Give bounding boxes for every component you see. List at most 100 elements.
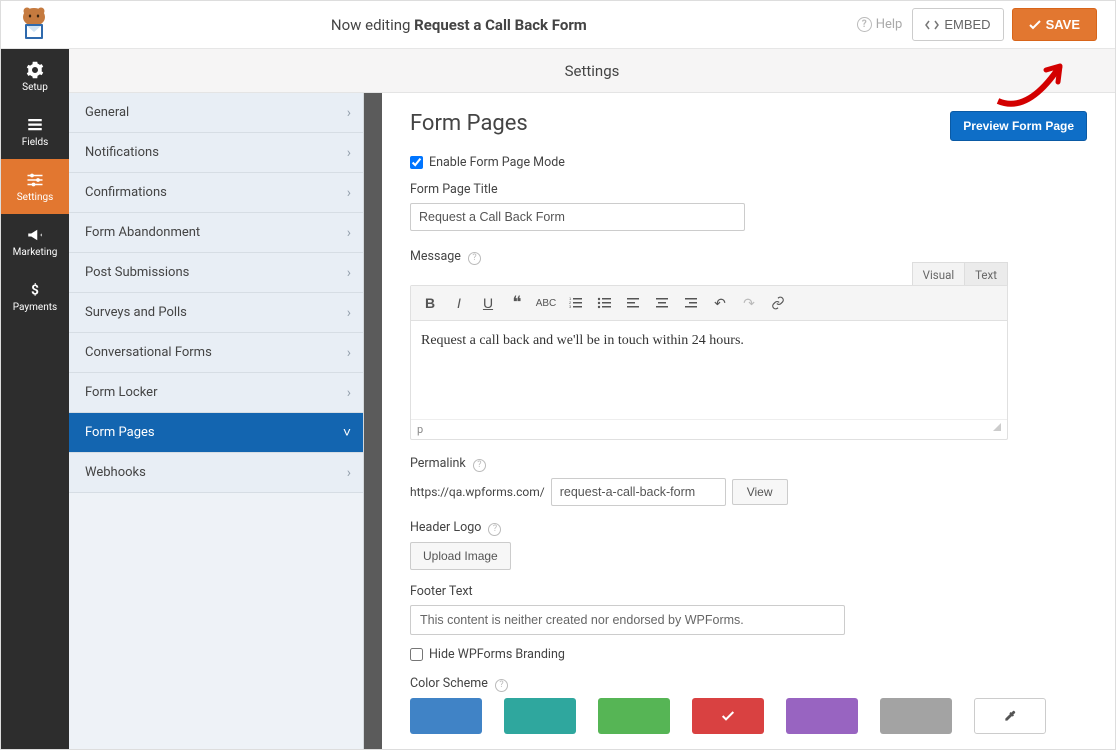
settings-item-label: Surveys and Polls (85, 305, 187, 320)
page-title: Form Pages (410, 111, 528, 136)
topbar: Now editing Request a Call Back Form ? H… (1, 1, 1115, 49)
sliders-icon (26, 171, 44, 189)
chevron-right-icon: › (347, 145, 351, 161)
settings-item-general[interactable]: General› (69, 93, 363, 133)
italic-button[interactable]: I (446, 290, 472, 316)
settings-item-label: Webhooks (85, 465, 146, 480)
color-swatch[interactable] (786, 698, 858, 734)
dollar-icon: $ (26, 281, 44, 299)
permalink-view-button[interactable]: View (732, 479, 788, 505)
eyedropper-icon (1002, 708, 1018, 724)
chevron-right-icon: › (347, 385, 351, 401)
quote-button[interactable]: ❝ (504, 290, 530, 316)
color-scheme-label: Color Scheme ? (410, 676, 1087, 692)
megaphone-icon (26, 226, 44, 244)
color-swatches (410, 698, 1087, 734)
chevron-right-icon: › (347, 185, 351, 201)
underline-button[interactable]: U (475, 290, 501, 316)
nav-fields[interactable]: Fields (1, 104, 69, 159)
help-icon[interactable]: ? (495, 679, 508, 692)
strikethrough-button[interactable]: ABC (533, 290, 559, 316)
hide-branding-checkbox[interactable]: Hide WPForms Branding (410, 647, 1087, 662)
settings-item-label: Post Submissions (85, 265, 189, 280)
settings-item-label: Conversational Forms (85, 345, 212, 360)
link-button[interactable] (765, 290, 791, 316)
settings-item-confirmations[interactable]: Confirmations› (69, 173, 363, 213)
list-icon (26, 116, 44, 134)
undo-button[interactable]: ↶ (707, 290, 733, 316)
tab-visual[interactable]: Visual (912, 262, 965, 287)
footer-text-label: Footer Text (410, 584, 1087, 599)
editor-status-bar: p (411, 419, 1007, 439)
settings-item-surveys-and-polls[interactable]: Surveys and Polls › (69, 293, 363, 333)
settings-item-webhooks[interactable]: Webhooks › (69, 453, 363, 493)
help-icon[interactable]: ? (473, 459, 486, 472)
panel-divider (364, 93, 382, 749)
color-swatch[interactable] (598, 698, 670, 734)
footer-text-input[interactable] (410, 605, 845, 635)
save-button[interactable]: SAVE (1012, 8, 1097, 41)
tab-text[interactable]: Text (965, 262, 1008, 287)
check-icon (720, 708, 736, 724)
color-swatch[interactable] (504, 698, 576, 734)
mascot-icon (13, 7, 55, 43)
color-swatch[interactable] (880, 698, 952, 734)
chevron-right-icon: › (347, 305, 351, 321)
hide-branding-input[interactable] (410, 648, 423, 661)
permalink-slug-input[interactable] (551, 478, 726, 506)
permalink-label: Permalink ? (410, 456, 1087, 472)
editor-content[interactable]: Request a call back and we'll be in touc… (411, 321, 1007, 419)
align-right-button[interactable] (678, 290, 704, 316)
help-link[interactable]: ? Help (857, 17, 903, 32)
align-center-button[interactable] (649, 290, 675, 316)
main-panel: Form Pages Preview Form Page Enable Form… (382, 93, 1115, 749)
upload-image-button[interactable]: Upload Image (410, 542, 511, 570)
nav-settings[interactable]: Settings (1, 159, 69, 214)
ordered-list-button[interactable]: 123 (562, 290, 588, 316)
chevron-right-icon: › (347, 465, 351, 481)
check-icon (1029, 20, 1041, 30)
chevron-right-icon: › (347, 225, 351, 241)
editing-title: Now editing Request a Call Back Form (61, 16, 857, 34)
align-left-button[interactable] (620, 290, 646, 316)
settings-item-conversational-forms[interactable]: Conversational Forms› (69, 333, 363, 373)
editor-tabs: Visual Text (912, 262, 1008, 287)
nav-marketing[interactable]: Marketing (1, 214, 69, 269)
nav-setup[interactable]: Setup (1, 49, 69, 104)
settings-item-label: Form Abandonment (85, 225, 200, 240)
embed-button[interactable]: EMBED (912, 8, 1003, 41)
settings-item-label: Form Pages (85, 425, 155, 440)
color-swatch[interactable] (410, 698, 482, 734)
help-icon[interactable]: ? (468, 252, 481, 265)
help-icon[interactable]: ? (488, 523, 501, 536)
svg-text:3: 3 (569, 304, 572, 309)
nav-payments[interactable]: $ Payments (1, 269, 69, 324)
permalink-prefix: https://qa.wpforms.com/ (410, 485, 545, 499)
wpforms-logo[interactable] (7, 4, 61, 46)
color-picker-button[interactable] (974, 698, 1046, 734)
chevron-right-icon: › (347, 265, 351, 281)
form-page-title-label: Form Page Title (410, 182, 1087, 197)
enable-form-page-checkbox[interactable]: Enable Form Page Mode (410, 155, 1087, 170)
gear-icon (26, 61, 44, 79)
color-swatch[interactable] (692, 698, 764, 734)
preview-form-page-button[interactable]: Preview Form Page (950, 111, 1087, 141)
chevron-right-icon: › (347, 105, 351, 121)
editor-toolbar: B I U ❝ ABC 123 ↶ ↷ (411, 286, 1007, 321)
settings-item-post-submissions[interactable]: Post Submissions › (69, 253, 363, 293)
svg-text:$: $ (31, 282, 39, 298)
bold-button[interactable]: B (417, 290, 443, 316)
settings-sidebar: General›Notifications›Confirmations›Form… (69, 93, 364, 749)
settings-item-form-pages[interactable]: Form Pages˅ (69, 413, 363, 453)
enable-checkbox-input[interactable] (410, 156, 423, 169)
code-icon (925, 19, 939, 31)
help-icon: ? (857, 17, 872, 32)
settings-item-notifications[interactable]: Notifications › (69, 133, 363, 173)
settings-item-label: Notifications (85, 145, 159, 160)
form-page-title-input[interactable] (410, 203, 745, 231)
settings-item-form-locker[interactable]: Form Locker› (69, 373, 363, 413)
unordered-list-button[interactable] (591, 290, 617, 316)
redo-button[interactable]: ↷ (736, 290, 762, 316)
resize-handle-icon[interactable] (993, 423, 1001, 431)
settings-item-form-abandonment[interactable]: Form Abandonment › (69, 213, 363, 253)
